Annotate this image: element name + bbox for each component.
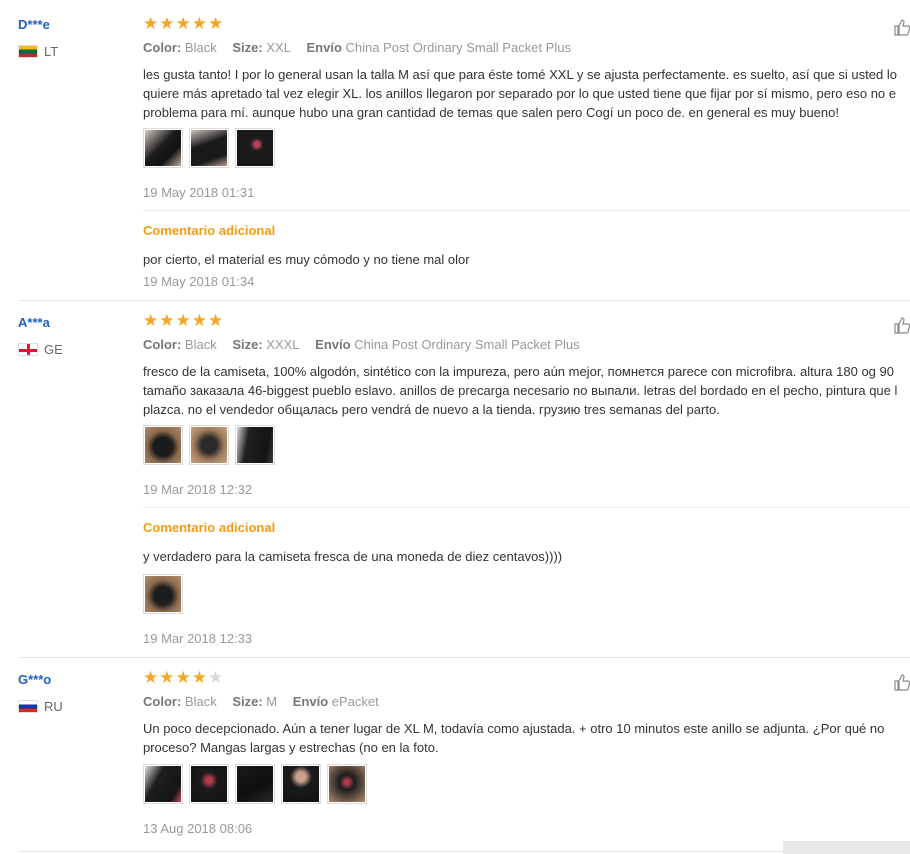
star-rating: ★★★★★ (143, 668, 225, 687)
review-divider (18, 657, 910, 658)
additional-comment-title: Comentario adicional (143, 223, 276, 238)
russia-flag-icon (18, 700, 38, 713)
reviewer-name[interactable]: A***a (18, 315, 50, 330)
review-photo[interactable] (189, 425, 229, 465)
additional-comment-text: y verdadero para la camiseta fresca de u… (143, 549, 563, 564)
review-date: 19 May 2018 01:31 (143, 185, 255, 200)
review-attributes: Color: Black Size: XXXL Envío China Post… (143, 337, 580, 352)
divider (143, 210, 910, 211)
reviewer-name[interactable]: G***o (18, 672, 51, 687)
review-photo[interactable] (235, 128, 275, 168)
review-divider (18, 300, 910, 301)
review-text: les gusta tanto! I por lo general usan l… (143, 67, 897, 120)
additional-comment-photos (143, 574, 183, 614)
thumbs-up-icon[interactable] (893, 316, 910, 334)
review-photo[interactable] (235, 425, 275, 465)
review-photo[interactable] (189, 128, 229, 168)
additional-comment-date: 19 May 2018 01:34 (143, 274, 255, 289)
review-photos (143, 764, 367, 804)
review-photo[interactable] (143, 764, 183, 804)
lithuania-flag-icon (18, 45, 38, 58)
additional-comment-date: 19 Mar 2018 12:33 (143, 631, 253, 646)
review-photo[interactable] (189, 764, 229, 804)
reviewer-country: GE (18, 342, 63, 357)
review-photos (143, 128, 275, 168)
review-photos (143, 425, 275, 465)
reviewer-name[interactable]: D***e (18, 17, 50, 32)
review-attributes: Color: Black Size: XXL Envío China Post … (143, 40, 571, 55)
country-code: RU (44, 699, 63, 714)
thumbs-up-icon[interactable] (893, 18, 910, 36)
review-date: 13 Aug 2018 08:06 (143, 821, 253, 836)
star-rating: ★★★★★ (143, 14, 225, 33)
country-code: LT (44, 44, 59, 59)
review-photo[interactable] (143, 574, 183, 614)
horizontal-scrollbar[interactable] (783, 841, 910, 854)
review-attributes: Color: Black Size: M Envío ePacket (143, 694, 379, 709)
reviewer-country: RU (18, 699, 63, 714)
star-rating: ★★★★★ (143, 311, 225, 330)
country-code: GE (44, 342, 63, 357)
review-photo[interactable] (235, 764, 275, 804)
review-photo[interactable] (327, 764, 367, 804)
review-photo[interactable] (143, 425, 183, 465)
reviewer-country: LT (18, 44, 58, 59)
additional-comment-title: Comentario adicional (143, 520, 276, 535)
review-photo[interactable] (281, 764, 321, 804)
review-text: Un poco decepcionado. Aún a tener lugar … (143, 721, 885, 755)
review-text: fresco de la camiseta, 100% algodón, sin… (143, 364, 898, 417)
georgia-flag-icon (18, 343, 38, 356)
additional-comment-text: por cierto, el material es muy cómodo y … (143, 252, 470, 267)
review-divider (18, 851, 910, 852)
thumbs-up-icon[interactable] (893, 673, 910, 691)
review-date: 19 Mar 2018 12:32 (143, 482, 253, 497)
divider (143, 507, 910, 508)
review-photo[interactable] (143, 128, 183, 168)
